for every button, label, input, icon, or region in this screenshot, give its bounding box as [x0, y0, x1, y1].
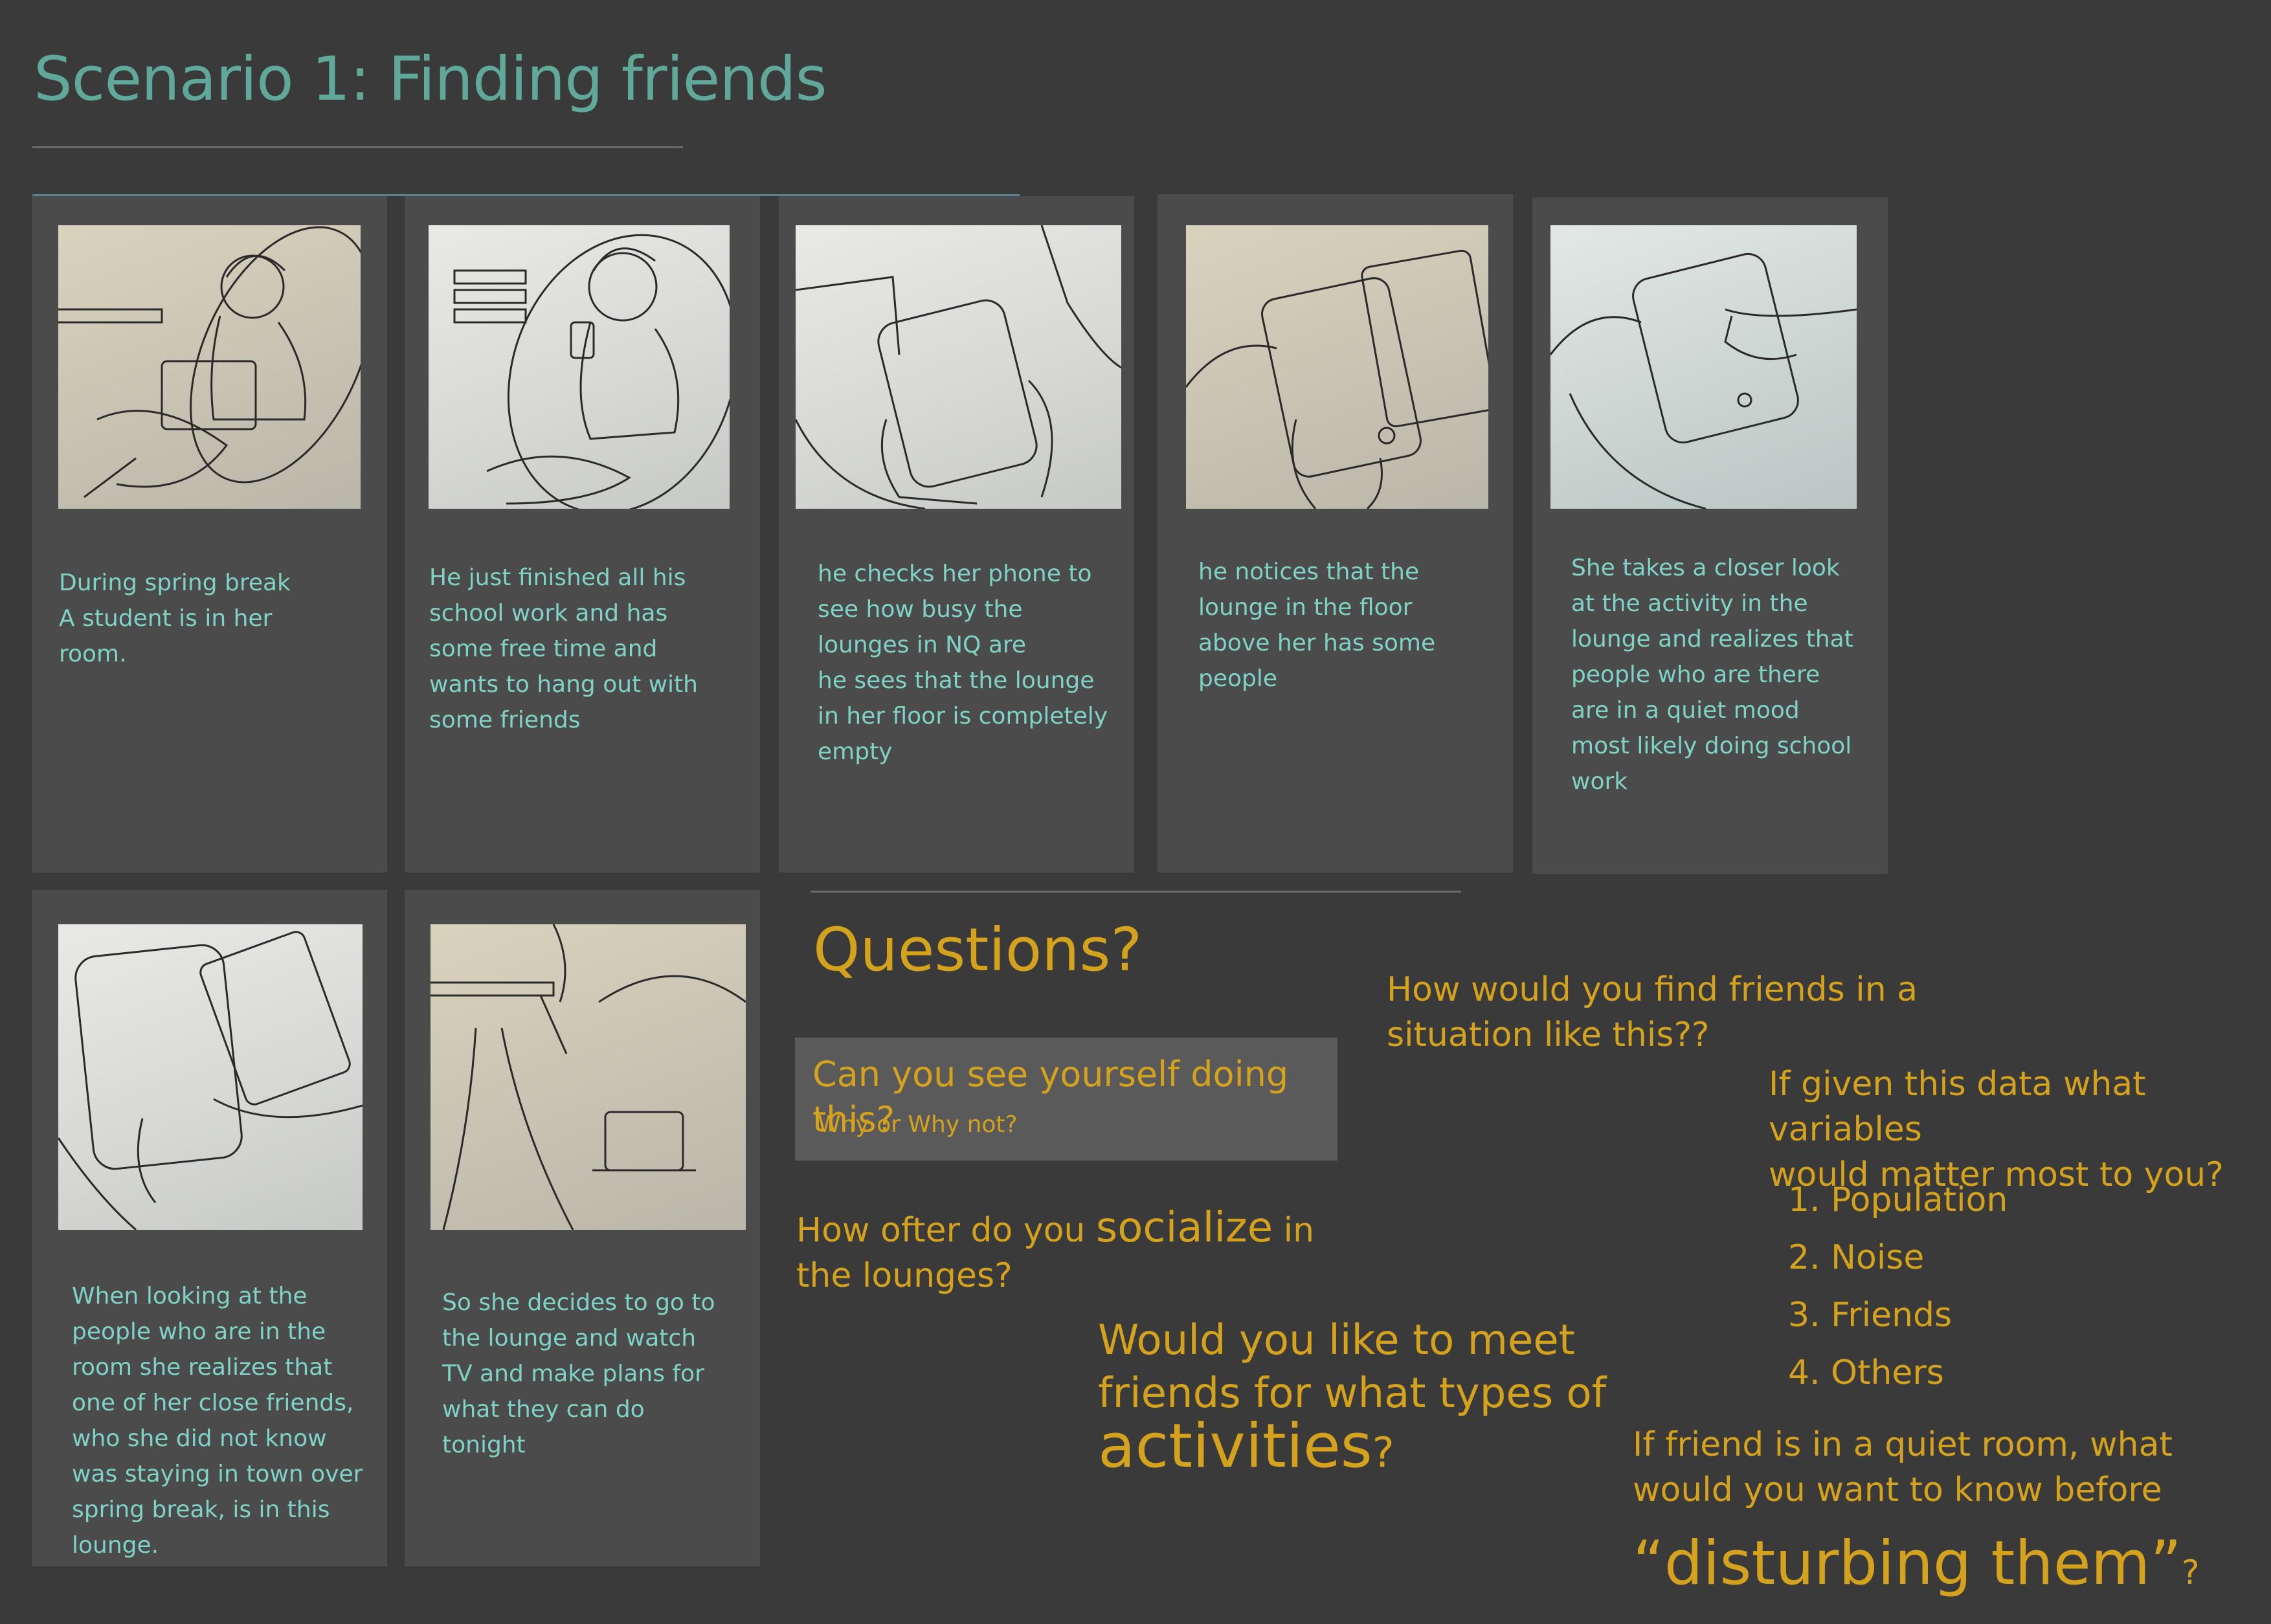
phone-tap-sketch	[1550, 225, 1857, 509]
question-disturbing-emphasis-line: “disturbing them”?	[1633, 1525, 2254, 1612]
questions-heading: Questions?	[813, 915, 1143, 984]
phone-two-hands-sketch	[58, 924, 363, 1230]
variable-option: 4. Others	[1788, 1353, 1944, 1392]
storyboard-panel-5: She takes a closer look at the activity …	[1532, 197, 1888, 874]
variable-option: 1. Population	[1788, 1181, 2008, 1219]
question-activities: Would you like to meet friends for what …	[1098, 1314, 1606, 1480]
panel-7-caption: So she decides to go to the lounge and w…	[442, 1289, 715, 1458]
phone-in-hand-sketch	[796, 225, 1121, 509]
student-with-phone-sketch	[429, 225, 730, 509]
panel-3-caption: he checks her phone to see how busy the …	[818, 561, 1108, 765]
question-socialize-emphasis: socialize	[1095, 1204, 1273, 1252]
page-title: Scenario 1: Finding friends	[34, 44, 827, 115]
variable-option: 3. Friends	[1788, 1296, 1952, 1335]
panel-4-caption: he notices that the lounge in the floor …	[1198, 559, 1436, 692]
student-relaxing-sketch	[58, 225, 361, 509]
variables-list: 1. Population 2. Noise 3. Friends 4. Oth…	[1788, 1165, 2008, 1408]
question-disturbing-pre: If friend is in a quiet room, what would…	[1633, 1425, 2173, 1509]
question-find-friends: How would you find friends in a situatio…	[1387, 970, 1918, 1054]
question-activities-pre: Would you like to meet friends for what …	[1098, 1317, 1607, 1418]
questions-divider	[811, 891, 1461, 893]
storyboard-panel-4: he notices that the lounge in the floor …	[1158, 194, 1513, 873]
question-disturbing-emphasis: “disturbing them”	[1633, 1528, 2182, 1599]
panel-1-caption: During spring break A student is in her …	[59, 570, 291, 667]
variable-option: 2. Noise	[1788, 1238, 1925, 1277]
title-divider	[32, 146, 683, 148]
panel-5-caption: She takes a closer look at the activity …	[1571, 555, 1853, 795]
question-activities-emphasis: activities	[1098, 1411, 1372, 1482]
storyboard-panel-7: So she decides to go to the lounge and w…	[405, 890, 760, 1566]
question-disturbing-post: ?	[2181, 1553, 2200, 1592]
storyboard-panel-2: He just finished all his school work and…	[405, 196, 760, 873]
storyboard-panel-3: he checks her phone to see how busy the …	[779, 196, 1134, 873]
question-activities-post: ?	[1372, 1429, 1394, 1477]
walking-to-lounge-sketch	[431, 924, 746, 1230]
question-socialize: How ofter do you socialize in the lounge…	[796, 1205, 1314, 1298]
question-socialize-pre: How ofter do you	[796, 1211, 1096, 1250]
panel-2-caption: He just finished all his school work and…	[429, 564, 698, 733]
question-disturbing: If friend is in a quiet room, what would…	[1633, 1410, 2254, 1624]
phone-closeup-sketch	[1186, 225, 1488, 509]
storyboard-panel-6: When looking at the people who are in th…	[32, 890, 387, 1566]
storyboard-panel-1: During spring break A student is in her …	[32, 196, 387, 873]
question-why-or-why-not: Why or Why not?	[818, 1111, 1018, 1138]
panel-6-caption: When looking at the people who are in th…	[72, 1283, 363, 1559]
question-box: Can you see yourself doing this? Why or …	[795, 1038, 1337, 1161]
